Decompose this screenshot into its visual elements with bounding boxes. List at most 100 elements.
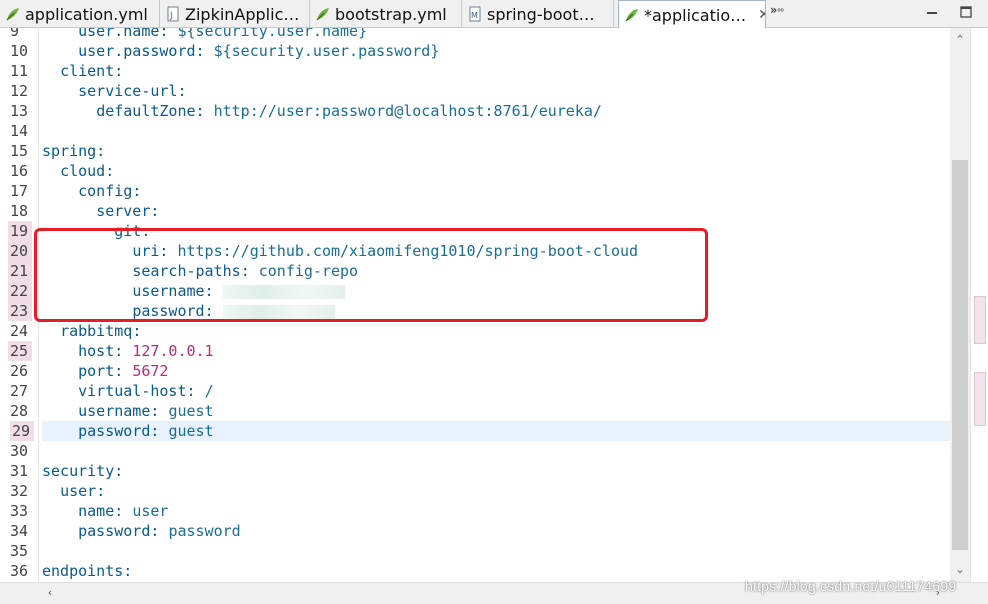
line-number: 28 [10,402,29,420]
tab-bootstrap-yml[interactable]: bootstrap.yml [310,0,462,28]
yaml-value: 127.0.0.1 [132,342,214,360]
line-number: 18 [10,202,29,220]
code-line[interactable]: 35 [0,541,950,561]
code-line[interactable]: 26 port: 5672 [0,361,950,381]
tab-application-yml[interactable]: application.yml [0,0,160,28]
line-number: 10 [10,42,29,60]
minimize-button[interactable] [924,4,940,20]
yaml-key: user.name [78,28,160,40]
change-marker[interactable] [974,372,986,426]
line-number: 34 [10,522,29,540]
code-line[interactable]: 16 cloud: [0,161,950,181]
yaml-key: password [78,422,151,440]
code-text: user.name: ${security.user.name} [42,28,367,41]
code-line[interactable]: 28 username: guest [0,401,950,421]
code-line[interactable]: 32 user: [0,481,950,501]
scroll-down-icon[interactable]: ⌄ [950,562,970,578]
code-line[interactable]: 17 config: [0,181,950,201]
close-icon[interactable]: ✕ [758,7,765,23]
maximize-button[interactable] [958,4,974,20]
yaml-value: guest [168,402,214,420]
code-line[interactable]: 12 service-url: [0,81,950,101]
code-line[interactable]: 14 [0,121,950,141]
code-text: service-url: [78,82,187,100]
code-line[interactable]: 9 user.name: ${security.user.name} [0,28,950,41]
tab-label: spring-boot… [487,4,595,24]
code-text: security: [42,462,124,480]
line-number: 16 [10,162,29,180]
code-text: name: user [78,502,169,520]
svg-text:M: M [471,11,478,20]
tab-spring-boot-pom[interactable]: M spring-boot… [462,0,614,28]
line-number: 12 [10,82,29,100]
yaml-key: cloud [60,162,106,180]
code-line[interactable]: 10 user.password: ${security.user.passwo… [0,41,950,61]
scrollbar-thumb[interactable] [952,160,968,550]
editor-tab-bar: application.yml J ZipkinApplic… bootstra… [0,0,988,29]
code-line[interactable]: 27 virtual-host: / [0,381,950,401]
code-text: spring: [42,142,106,160]
yaml-key: service-url [78,82,178,100]
yaml-key: security [42,462,115,480]
yaml-key: config [78,182,133,200]
code-text: config: [78,182,142,200]
change-marker[interactable] [974,296,986,344]
tab-label: ZipkinApplic… [185,4,300,24]
code-text: host: 127.0.0.1 [78,342,214,360]
line-number: 32 [10,482,29,500]
line-number: 26 [10,362,29,380]
code-text: defaultZone: http://user:password@localh… [96,102,602,120]
line-number: 21 [8,261,32,281]
highlight-box [34,228,708,322]
code-line[interactable]: 25 host: 127.0.0.1 [0,341,950,361]
tab-label: bootstrap.yml [335,4,447,24]
line-number: 35 [10,542,29,560]
line-number: 14 [10,122,29,140]
line-number: 22 [8,281,32,301]
yaml-value: user [132,502,169,520]
overview-ruler[interactable] [970,28,988,582]
line-number: 9 [10,28,20,40]
vertical-scrollbar[interactable]: ⌃ ⌄ [950,28,970,582]
tab-application-yml-modified[interactable]: *applicatio… ✕ [618,0,766,29]
scroll-left-icon[interactable]: ‹ [40,585,60,601]
tab-overflow-button[interactable]: »⁰⁰ [770,3,784,17]
scroll-up-icon[interactable]: ⌃ [950,32,970,48]
code-text: client: [60,62,124,80]
yaml-value: ${security.user.password} [213,42,440,60]
tab-zipkin-application[interactable]: J ZipkinApplic… [160,0,310,28]
code-line[interactable]: 11 client: [0,61,950,81]
hidden-tab-count: ⁰⁰ [777,7,784,16]
line-number: 19 [8,221,32,241]
code-text: password: guest [78,422,214,440]
line-number: 23 [8,301,32,321]
code-line[interactable]: 24 rabbitmq: [0,321,950,341]
maximize-icon [960,6,972,18]
code-line[interactable]: 33 name: user [0,501,950,521]
maven-file-icon: M [466,5,484,23]
yaml-key: name [78,502,115,520]
code-line[interactable]: 18 server: [0,201,950,221]
code-text: user.password: ${security.user.password} [78,42,440,60]
yaml-key: username [78,402,151,420]
line-number: 31 [10,462,29,480]
code-line[interactable]: 13 defaultZone: http://user:password@loc… [0,101,950,121]
line-number: 25 [8,341,32,361]
yaml-value: / [204,382,214,400]
code-text: username: guest [78,402,214,420]
code-line[interactable]: 15 spring: [0,141,950,161]
yaml-key: user [60,482,97,500]
yaml-value: guest [168,422,214,440]
code-text: endpoints: [42,562,133,580]
yaml-value: http://user:password@localhost:8761/eure… [213,102,602,120]
yaml-key: virtual-host [78,382,187,400]
minimize-icon [927,12,937,14]
code-line[interactable]: 30 [0,441,950,461]
tab-label: *applicatio… [644,5,747,25]
code-line[interactable]: 34 password: password [0,521,950,541]
yaml-key: spring [42,142,97,160]
yaml-key: user.password [78,42,196,60]
yaml-key: client [60,62,115,80]
code-line[interactable]: 31 security: [0,461,950,481]
code-line[interactable]: 29 password: guest [10,421,950,441]
